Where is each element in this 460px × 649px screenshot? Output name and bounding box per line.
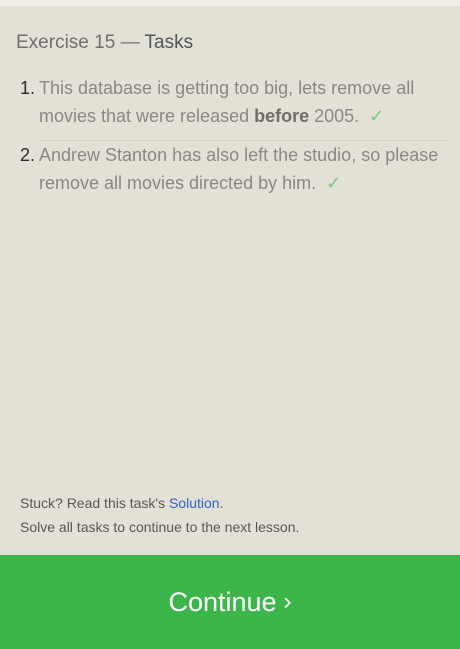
task-text-bold: before: [254, 106, 310, 126]
task-number: 2.: [20, 145, 36, 165]
task-text-body: Andrew Stanton has also left the studio,…: [39, 145, 439, 193]
header-separator: —: [120, 32, 140, 53]
task-text: This database is getting too big, lets r…: [39, 74, 446, 130]
exercise-label: Exercise 15: [16, 32, 116, 53]
task-item-2: 2. Andrew Stanton has also left the stud…: [20, 141, 446, 197]
task-text: Andrew Stanton has also left the studio,…: [39, 141, 446, 197]
tasks-panel: Exercise 15 — Tasks 1. This database is …: [0, 0, 460, 649]
task-number: 1.: [20, 78, 36, 98]
checkmark-icon: ✓: [369, 106, 385, 126]
continue-button[interactable]: Continue ›: [0, 555, 460, 649]
task-item-1: 1. This database is getting too big, let…: [20, 74, 446, 130]
stuck-line: Stuck? Read this task's Solution.: [20, 491, 299, 515]
solution-link[interactable]: Solution: [169, 495, 220, 511]
continue-note: Solve all tasks to continue to the next …: [20, 519, 300, 535]
help-footer: Stuck? Read this task's Solution. Solve …: [20, 491, 299, 539]
continue-label: Continue: [168, 586, 277, 617]
stuck-suffix: .: [219, 495, 224, 511]
checkmark-icon: ✓: [326, 173, 342, 193]
exercise-header: Exercise 15 — Tasks: [16, 32, 193, 54]
task-text-after: 2005.: [309, 106, 360, 126]
chevron-right-icon: ›: [283, 588, 292, 615]
stuck-prefix: Stuck? Read this task's: [20, 495, 169, 511]
tasks-label: Tasks: [144, 32, 194, 53]
